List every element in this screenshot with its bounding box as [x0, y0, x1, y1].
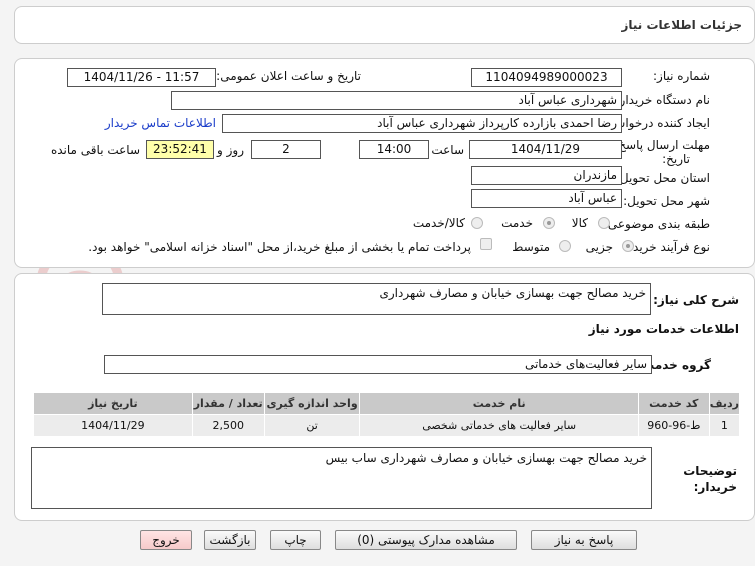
services-table: ردیف کد خدمت نام خدمت واحد اندازه گیری ت…: [33, 392, 741, 437]
page-title: جزئیات اطلاعات نیاز: [621, 18, 742, 32]
header-bar: جزئیات اطلاعات نیاز: [14, 6, 755, 44]
process-radio-minor[interactable]: [622, 240, 634, 252]
cell-qty: 2,500: [191, 414, 265, 437]
buyer-notes-label: توضیحات: [683, 464, 737, 478]
process-label: نوع فرآیند خرید :: [625, 240, 710, 254]
deadline-label-2: تاریخ:: [662, 152, 690, 166]
time-label: ساعت: [431, 143, 464, 157]
payment-note: پرداخت تمام یا بخشی از مبلغ خرید،از محل …: [88, 240, 471, 254]
back-button[interactable]: بازگشت: [204, 530, 256, 550]
info-card: [14, 58, 755, 268]
category-radio-service[interactable]: [543, 217, 555, 229]
category-option-goods: کالا: [571, 216, 588, 230]
payment-checkbox[interactable]: [480, 238, 492, 250]
category-label: طبقه بندی موضوعی:: [603, 217, 710, 231]
need-number-label: شماره نیاز:: [653, 69, 710, 83]
province-field: مازندران: [471, 166, 622, 185]
process-option-minor: جزیی: [585, 240, 613, 254]
print-button[interactable]: چاپ: [270, 530, 321, 550]
cell-unit: تن: [263, 414, 361, 437]
deadline-time-field: 14:00: [359, 140, 429, 159]
announce-label: تاریخ و ساعت اعلان عمومی:: [216, 69, 361, 83]
col-name: نام خدمت: [359, 392, 639, 415]
service-group-field: سایر فعالیت‌های خدماتی: [104, 355, 652, 374]
buyer-notes-label-2: خریدار:: [693, 480, 737, 494]
process-radio-medium[interactable]: [559, 240, 571, 252]
category-radio-goods-service[interactable]: [471, 217, 483, 229]
process-option-medium: متوسط: [512, 240, 550, 254]
city-field: عباس آباد: [471, 189, 622, 208]
cell-row: 1: [708, 414, 741, 437]
announce-field: 1404/11/26 - 11:57: [67, 68, 216, 87]
table-row: 1 ط-96-960 سایر فعالیت های خدماتی شخصی ت…: [33, 414, 741, 437]
summary-field: خرید مصالح جهت بهسازی خیابان و مصارف شهر…: [102, 283, 651, 315]
col-unit: واحد اندازه گیری: [263, 392, 361, 415]
contact-link[interactable]: اطلاعات تماس خریدار: [105, 116, 216, 130]
need-number-field: 1104094989000023: [471, 68, 622, 87]
remaining-label: ساعت باقی مانده: [50, 143, 140, 157]
remaining-timer: 23:52:41: [146, 140, 214, 159]
province-label: استان محل تحویل:: [615, 171, 710, 185]
city-label: شهر محل تحویل:: [623, 194, 710, 208]
category-radio-goods[interactable]: [598, 217, 610, 229]
services-heading: اطلاعات خدمات مورد نیاز: [588, 322, 739, 336]
category-option-goods-service: کالا/خدمت: [412, 216, 465, 230]
reply-button[interactable]: پاسخ به نیاز: [531, 530, 637, 550]
creator-field: رضا احمدی بازارده کارپرداز شهرداری عباس …: [222, 114, 622, 133]
cell-code: ط-96-960: [637, 414, 710, 437]
col-qty: تعداد / مقدار: [191, 392, 265, 415]
days-label: روز و: [217, 143, 244, 157]
view-docs-button[interactable]: مشاهده مدارک پیوستی (0): [335, 530, 517, 550]
buyer-notes-field: خرید مصالح جهت بهسازی خیابان و مصارف شهر…: [31, 447, 652, 509]
category-option-service: خدمت: [501, 216, 533, 230]
summary-label: شرح کلی نیاز:: [653, 293, 739, 307]
deadline-date-field: 1404/11/29: [469, 140, 622, 159]
buyer-org-label: نام دستگاه خریدار:: [615, 93, 711, 107]
days-field: 2: [251, 140, 321, 159]
buyer-org-field: شهرداری عباس آباد: [171, 91, 622, 110]
col-date: تاریخ نیاز: [33, 392, 193, 415]
cell-date: 1404/11/29: [33, 414, 193, 437]
col-row: ردیف: [708, 392, 741, 415]
exit-button[interactable]: خروج: [140, 530, 192, 550]
cell-name: سایر فعالیت های خدماتی شخصی: [359, 414, 639, 437]
col-code: کد خدمت: [637, 392, 710, 415]
